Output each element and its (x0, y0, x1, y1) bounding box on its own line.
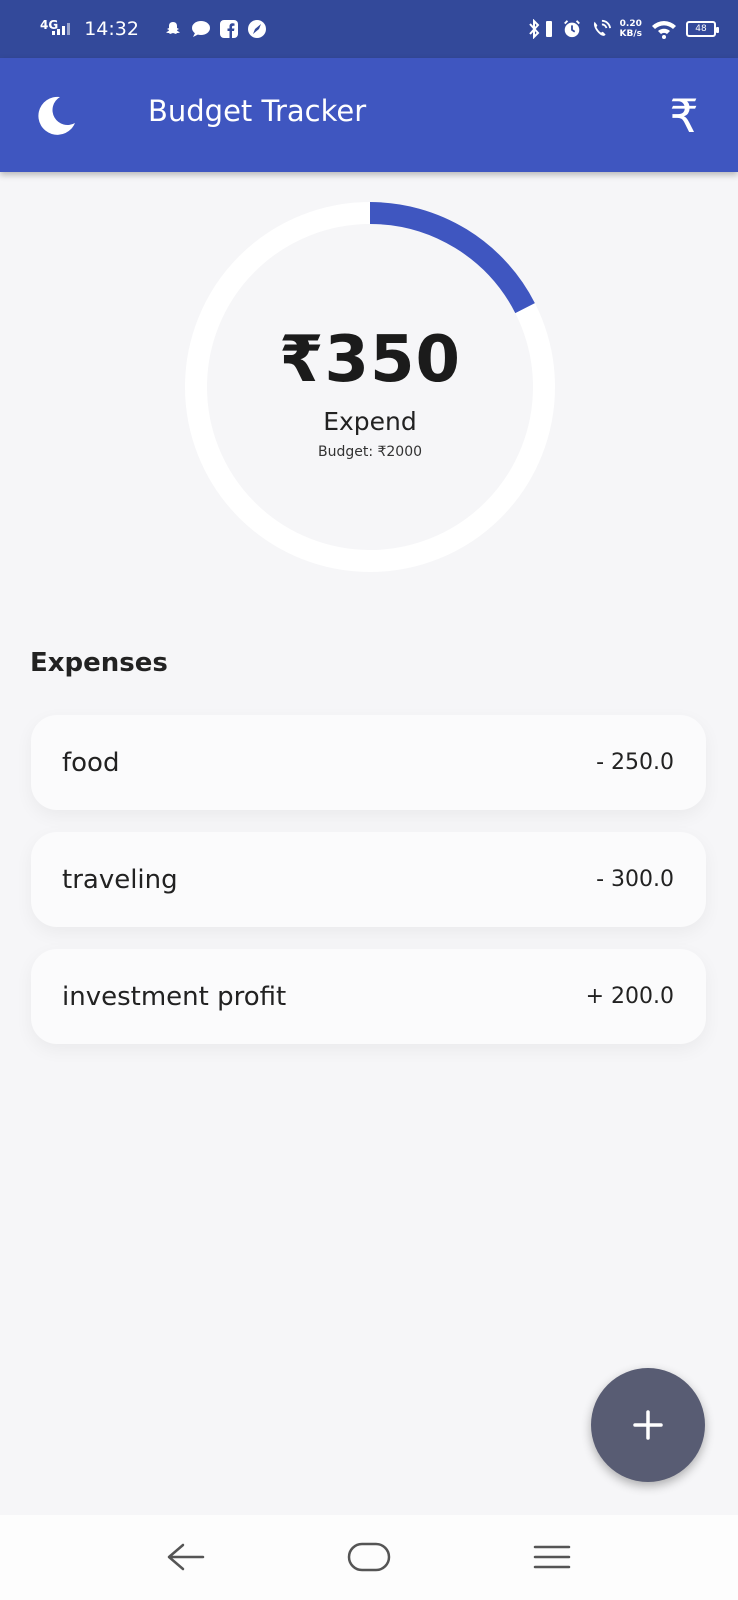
wifi-icon (651, 19, 677, 39)
expense-amount: - 300.0 (596, 867, 674, 892)
status-left: 4G 14:32 (40, 18, 267, 40)
app-bar: Budget Tracker ₹ (0, 58, 738, 172)
battery-level: 48 (695, 24, 707, 34)
chat-bubble-icon (191, 19, 211, 39)
expense-amount: - 250.0 (596, 750, 674, 775)
network-indicator: 4G (40, 18, 71, 35)
budget-progress-ring: ₹350 Expend Budget: ₹2000 (184, 201, 556, 573)
status-right: 0.20 KB/s 48 (524, 19, 719, 39)
speed-unit: KB/s (619, 29, 642, 39)
expend-label: Expend (323, 407, 417, 436)
compass-app-icon (247, 19, 267, 39)
plus-icon (633, 1410, 663, 1440)
battery-icon: 48 (686, 21, 719, 37)
expenses-list: food - 250.0 traveling - 300.0 investmen… (31, 715, 706, 1066)
expense-name: traveling (62, 864, 178, 895)
expense-name: investment profit (62, 981, 287, 1012)
app-title: Budget Tracker (148, 94, 367, 128)
alarm-icon (562, 19, 582, 39)
expend-amount: ₹350 (278, 323, 462, 397)
network-type: 4G (40, 18, 59, 32)
bluetooth-icon (524, 19, 544, 39)
expenses-heading: Expenses (30, 648, 168, 678)
nav-home-button[interactable] (339, 1533, 399, 1581)
network-speed: 0.20 KB/s (620, 19, 642, 39)
system-nav-bar (0, 1515, 738, 1600)
list-item[interactable]: food - 250.0 (31, 715, 706, 810)
expense-amount: + 200.0 (585, 984, 674, 1009)
list-item[interactable]: investment profit + 200.0 (31, 949, 706, 1044)
home-icon (347, 1542, 391, 1572)
nav-menu-button[interactable] (522, 1533, 582, 1581)
wifi-calling-icon (591, 19, 611, 39)
budget-label: Budget: ₹2000 (317, 444, 423, 460)
moon-icon (38, 96, 75, 135)
expense-name: food (62, 747, 120, 778)
nav-back-button[interactable] (155, 1533, 215, 1581)
clock: 14:32 (84, 18, 139, 40)
list-item[interactable]: traveling - 300.0 (31, 832, 706, 927)
back-arrow-icon (167, 1543, 205, 1571)
add-expense-button[interactable] (591, 1368, 705, 1482)
facebook-icon (219, 19, 239, 39)
vibrate-icon (545, 19, 553, 39)
speed-value: 0.20 (619, 19, 642, 29)
snapchat-icon (163, 19, 183, 39)
menu-icon (533, 1545, 571, 1569)
status-bar: 4G 14:32 0.20 KB/s 48 (0, 0, 738, 58)
currency-button[interactable]: ₹ (656, 86, 712, 146)
theme-toggle-button[interactable] (30, 88, 84, 142)
rupee-icon: ₹ (669, 89, 699, 143)
